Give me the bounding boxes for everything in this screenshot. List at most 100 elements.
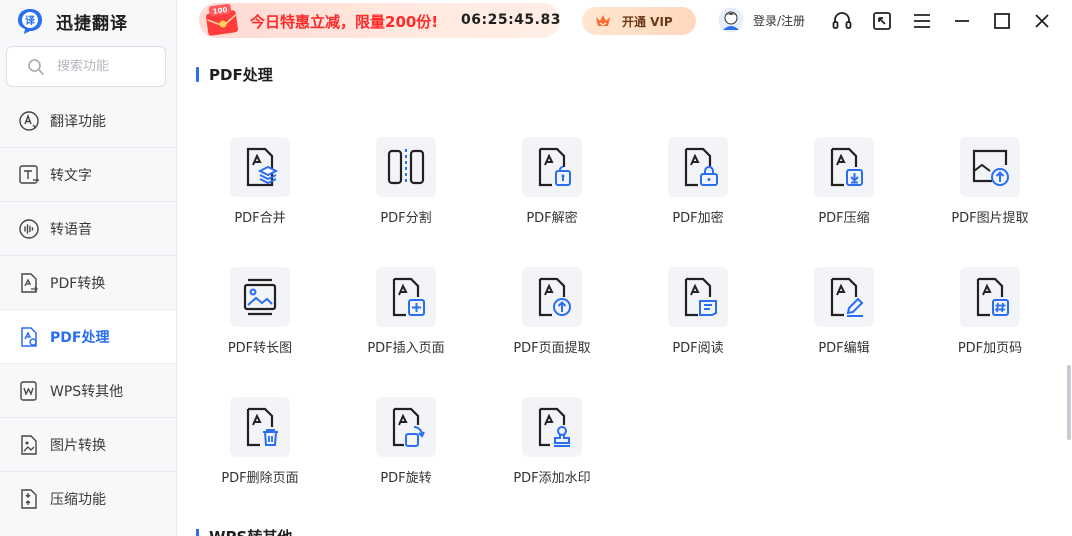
search-input[interactable] [57,59,157,74]
tool-pdf-rotate[interactable]: PDF旋转 [346,397,466,486]
tool-tile [960,137,1020,197]
sidebar-item-label: PDF转换 [50,275,106,292]
tool-label: PDF加密 [672,211,724,226]
promo-banner[interactable]: 100 今日特惠立减，限量200份! 06:25:45.83 [199,3,560,38]
headset-icon[interactable] [831,10,853,32]
tool-tile [668,267,728,327]
tool-pdf-delete-page[interactable]: PDF删除页面 [200,397,320,486]
section-accent-bar [196,67,199,82]
tool-tile [522,137,582,197]
svg-text:译: 译 [25,14,36,27]
image-convert-icon [21,434,37,455]
tool-label: PDF图片提取 [951,211,1029,226]
tool-label: PDF合并 [234,211,286,226]
tool-tile [522,397,582,457]
sidebar-item-pdf-process[interactable]: PDF处理 [0,309,176,363]
pdf-encrypt-icon [684,147,718,187]
sidebar-item-translate[interactable]: 翻译功能 [0,93,176,147]
pdf-read-icon [684,277,717,317]
section-title-wps: WPS转其他 [196,526,292,536]
tool-pdf-image-extract[interactable]: PDF图片提取 [930,137,1050,226]
avatar [718,7,744,33]
sidebar-item-to-speech[interactable]: 转语音 [0,201,176,255]
tool-label: PDF转长图 [227,341,293,356]
tool-pdf-decrypt[interactable]: PDF解密 [492,137,612,226]
sidebar-item-label: 图片转换 [50,437,106,454]
scrollbar-thumb[interactable] [1067,365,1071,440]
search-icon [28,58,44,75]
login-label: 登录/注册 [753,13,806,28]
sidebar-item-wps[interactable]: WPS转其他 [0,363,176,417]
sidebar-item-to-text[interactable]: 转文字 [0,147,176,201]
pdf-image-extract-icon [972,149,1009,186]
tool-tile [376,267,436,327]
sidebar-item-compress[interactable]: 压缩功能 [0,471,176,525]
section-title-text: PDF处理 [209,66,273,84]
app-logo: 译 迅捷翻译 [16,6,128,36]
tool-label: PDF解密 [526,211,578,226]
tool-tile [668,137,728,197]
pdf-page-number-icon [976,277,1009,317]
tool-label: PDF插入页面 [367,341,445,356]
promo-countdown: 06:25:45.83 [461,12,561,28]
maximize-icon[interactable] [991,10,1013,32]
tool-tile [376,397,436,457]
minimize-icon[interactable] [951,10,973,32]
tool-pdf-page-extract[interactable]: PDF页面提取 [492,267,612,356]
search-box[interactable] [6,46,166,87]
vip-button[interactable]: 开通 VIP [582,7,696,35]
pdf-process-icon [21,326,37,347]
app-name: 迅捷翻译 [56,13,128,34]
tool-pdf-insert-page[interactable]: PDF插入页面 [346,267,466,356]
tool-label: PDF阅读 [672,341,724,356]
sidebar-item-label: 翻译功能 [50,113,106,130]
voice-icon [19,218,39,239]
sidebar-item-pdf-convert[interactable]: PDF转换 [0,255,176,309]
section-accent-bar [196,529,199,536]
tool-pdf-merge[interactable]: PDF合并 [200,137,320,226]
tool-pdf-long-image[interactable]: PDF转长图 [200,267,320,356]
sidebar-item-label: 转语音 [50,221,92,238]
crown-icon [596,15,610,26]
close-icon[interactable] [1031,10,1053,32]
pdf-convert-icon [21,272,38,293]
tool-pdf-encrypt[interactable]: PDF加密 [638,137,758,226]
vip-label: 开通 VIP [622,14,673,29]
section-title-pdf-process: PDF处理 [196,64,273,85]
pdf-merge-icon [246,147,279,187]
tool-label: PDF旋转 [380,471,432,486]
sidebar-item-image-convert[interactable]: 图片转换 [0,417,176,471]
tool-label: PDF编辑 [818,341,870,356]
tool-pdf-edit[interactable]: PDF编辑 [784,267,904,356]
tool-label: PDF分割 [380,211,432,226]
pdf-decrypt-icon [538,147,571,187]
wps-icon [20,380,37,401]
translate-icon [19,110,39,131]
tool-label: PDF添加水印 [513,471,591,486]
menu-icon[interactable] [911,10,933,32]
app-window: 译 迅捷翻译 翻译功能 [0,0,1072,536]
pdf-delete-page-icon [246,407,278,447]
mini-mode-icon[interactable] [871,10,893,32]
tool-tile [814,137,874,197]
tool-label: PDF页面提取 [513,341,591,356]
tool-tile [522,267,582,327]
pdf-long-image-icon [243,278,277,316]
pdf-edit-icon [830,277,864,317]
login-button[interactable]: 登录/注册 [718,7,805,33]
sidebar-item-label: 压缩功能 [50,491,106,508]
tool-pdf-split[interactable]: PDF分割 [346,137,466,226]
compress-icon [21,488,37,509]
text-convert-icon [19,164,39,184]
pdf-compress-icon [830,147,863,187]
red-envelope-icon: 100 [206,4,238,36]
tool-pdf-compress[interactable]: PDF压缩 [784,137,904,226]
pdf-page-extract-icon [538,277,571,317]
tool-tile [230,397,290,457]
tool-pdf-read[interactable]: PDF阅读 [638,267,758,356]
tool-pdf-page-number[interactable]: PDF加页码 [930,267,1050,356]
sidebar: 译 迅捷翻译 翻译功能 [0,0,177,536]
tool-pdf-watermark[interactable]: PDF添加水印 [492,397,612,486]
pdf-insert-page-icon [392,277,425,317]
sidebar-nav: 翻译功能 转文字 转语音 PDF转换 PDF处理 WPS转其他 图片转换 压缩功… [0,93,176,525]
